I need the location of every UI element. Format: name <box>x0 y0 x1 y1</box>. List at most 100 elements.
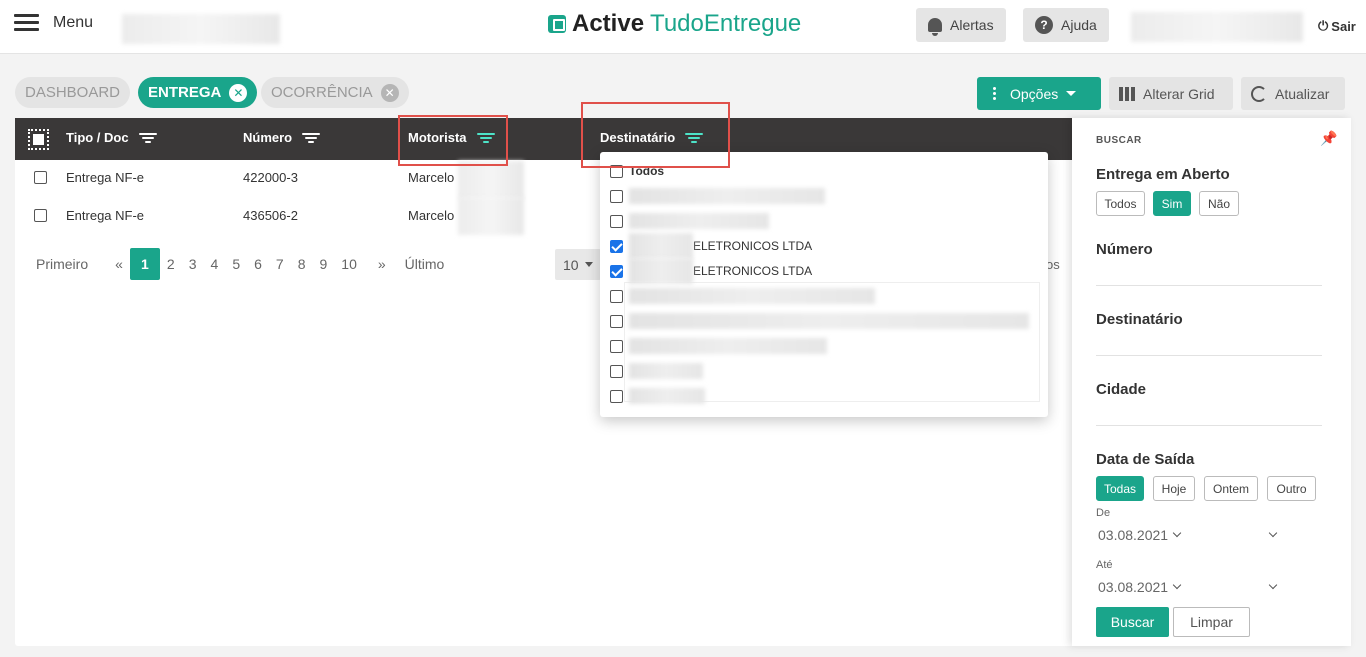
logout-label: Sair <box>1331 18 1356 34</box>
refresh-icon <box>1251 85 1267 102</box>
help-button[interactable]: ? Ajuda <box>1023 8 1109 42</box>
option-checkbox[interactable] <box>610 364 623 378</box>
page-link[interactable]: 4 <box>204 248 226 280</box>
open-delivery-label: Entrega em Aberto <box>1096 166 1230 183</box>
chevron-down-icon[interactable] <box>1268 528 1278 538</box>
filter-option[interactable] <box>610 187 825 205</box>
records-label: os <box>1046 257 1060 272</box>
column-label: Número <box>243 130 293 145</box>
from-date-picker[interactable]: 03.08.2021 <box>1098 527 1182 543</box>
filter-icon[interactable] <box>302 132 321 143</box>
redacted-option-label <box>629 258 693 284</box>
tab-dashboard[interactable]: DASHBOARD <box>15 77 131 108</box>
close-tab-icon[interactable]: ✕ <box>380 83 399 102</box>
change-grid-button[interactable]: Alterar Grid <box>1109 77 1233 110</box>
open-delivery-option-nao[interactable]: Não <box>1199 191 1239 216</box>
chevron-down-icon[interactable] <box>1268 580 1278 590</box>
option-checkbox-checked[interactable] <box>610 239 623 253</box>
options-button[interactable]: Opções <box>977 77 1101 110</box>
filter-option[interactable] <box>610 362 703 380</box>
first-page-link[interactable]: Primeiro <box>36 248 108 280</box>
refresh-button[interactable]: Atualizar <box>1241 77 1345 110</box>
select-all-checkbox[interactable] <box>28 129 49 150</box>
filter-icon[interactable] <box>138 132 157 143</box>
page-link[interactable]: 6 <box>247 248 269 280</box>
option-checkbox[interactable] <box>610 214 623 228</box>
page-link[interactable]: 9 <box>313 248 335 280</box>
close-tab-icon[interactable]: ✕ <box>229 83 248 102</box>
option-label: ELETRONICOS LTDA <box>693 264 813 278</box>
clear-button[interactable]: Limpar <box>1173 607 1250 637</box>
redacted-option-label <box>629 338 827 354</box>
tab-label: OCORRÊNCIA <box>271 84 373 101</box>
cell-numero: 422000-3 <box>243 170 298 185</box>
chevron-down-icon <box>1172 580 1182 590</box>
help-label: Ajuda <box>1061 17 1097 33</box>
search-button[interactable]: Buscar <box>1096 607 1169 637</box>
filter-option[interactable] <box>610 312 1029 330</box>
options-label: Opções <box>1010 85 1059 102</box>
departure-option-ontem[interactable]: Ontem <box>1204 476 1258 501</box>
search-panel-heading: BUSCAR <box>1096 135 1142 146</box>
destinatario-label: Destinatário <box>1096 311 1183 328</box>
redacted-option-label <box>629 288 875 304</box>
to-date-value: 03.08.2021 <box>1098 579 1169 595</box>
row-checkbox[interactable] <box>34 209 47 222</box>
columns-icon <box>1119 86 1135 101</box>
filter-option[interactable]: ELETRONICOS LTDA <box>610 258 813 284</box>
pin-icon[interactable]: 📌 <box>1320 130 1337 147</box>
numero-label: Número <box>1096 241 1153 258</box>
cidade-label: Cidade <box>1096 381 1147 398</box>
open-delivery-option-sim[interactable]: Sim <box>1153 191 1191 216</box>
redacted-option-label <box>629 388 705 404</box>
power-icon: ⏻ <box>1318 18 1329 33</box>
per-page-select[interactable]: 10 <box>555 249 601 280</box>
option-checkbox[interactable] <box>610 189 623 203</box>
option-checkbox[interactable] <box>610 339 623 353</box>
last-page-link[interactable]: Último <box>393 248 452 280</box>
per-page-value: 10 <box>563 256 579 273</box>
option-checkbox[interactable] <box>610 389 623 403</box>
filter-option[interactable]: ELETRONICOS LTDA <box>610 233 812 259</box>
page-link[interactable]: 10 <box>334 248 364 280</box>
open-delivery-option-todos[interactable]: Todos <box>1096 191 1145 216</box>
alerts-button[interactable]: Alertas <box>916 8 1006 42</box>
page-link[interactable]: 5 <box>225 248 247 280</box>
row-checkbox[interactable] <box>34 171 47 184</box>
next-page-link[interactable]: » <box>364 248 393 280</box>
filter-option[interactable] <box>610 337 827 355</box>
option-checkbox-checked[interactable] <box>610 264 623 278</box>
column-header-numero[interactable]: Número <box>243 130 321 145</box>
menu-button[interactable]: Menu <box>14 14 93 32</box>
page-link[interactable]: 7 <box>269 248 291 280</box>
to-label: Até <box>1096 559 1113 571</box>
tab-entrega[interactable]: ENTREGA ✕ <box>138 77 258 108</box>
cell-tipo: Entrega NF-e <box>66 170 145 185</box>
filter-option[interactable] <box>610 287 875 305</box>
destinatario-input[interactable] <box>1096 355 1322 356</box>
numero-input[interactable] <box>1096 285 1322 286</box>
logout-button[interactable]: ⏻ Sair <box>1318 18 1356 34</box>
page-link[interactable]: 3 <box>182 248 204 280</box>
filter-option[interactable] <box>610 212 769 230</box>
option-checkbox[interactable] <box>610 289 623 303</box>
filter-option[interactable] <box>610 387 705 405</box>
caret-down-icon <box>1066 91 1077 96</box>
to-date-picker[interactable]: 03.08.2021 <box>1098 579 1182 595</box>
redacted-option-label <box>629 233 693 259</box>
cidade-input[interactable] <box>1096 425 1322 426</box>
redacted-option-label <box>629 313 1029 329</box>
column-header-tipo[interactable]: Tipo / Doc <box>66 130 157 145</box>
departure-option-todas[interactable]: Todas <box>1096 476 1144 501</box>
tab-ocorrencia[interactable]: OCORRÊNCIA ✕ <box>261 77 409 108</box>
departure-option-outro[interactable]: Outro <box>1267 476 1316 501</box>
departure-option-hoje[interactable]: Hoje <box>1153 476 1195 501</box>
prev-page-link[interactable]: « <box>108 248 130 280</box>
kebab-icon <box>993 87 996 100</box>
page-link[interactable]: 2 <box>160 248 182 280</box>
redacted-option-label <box>629 188 825 204</box>
page-link-current[interactable]: 1 <box>129 248 160 280</box>
page-link[interactable]: 8 <box>291 248 313 280</box>
help-icon: ? <box>1035 16 1053 34</box>
option-checkbox[interactable] <box>610 314 623 328</box>
